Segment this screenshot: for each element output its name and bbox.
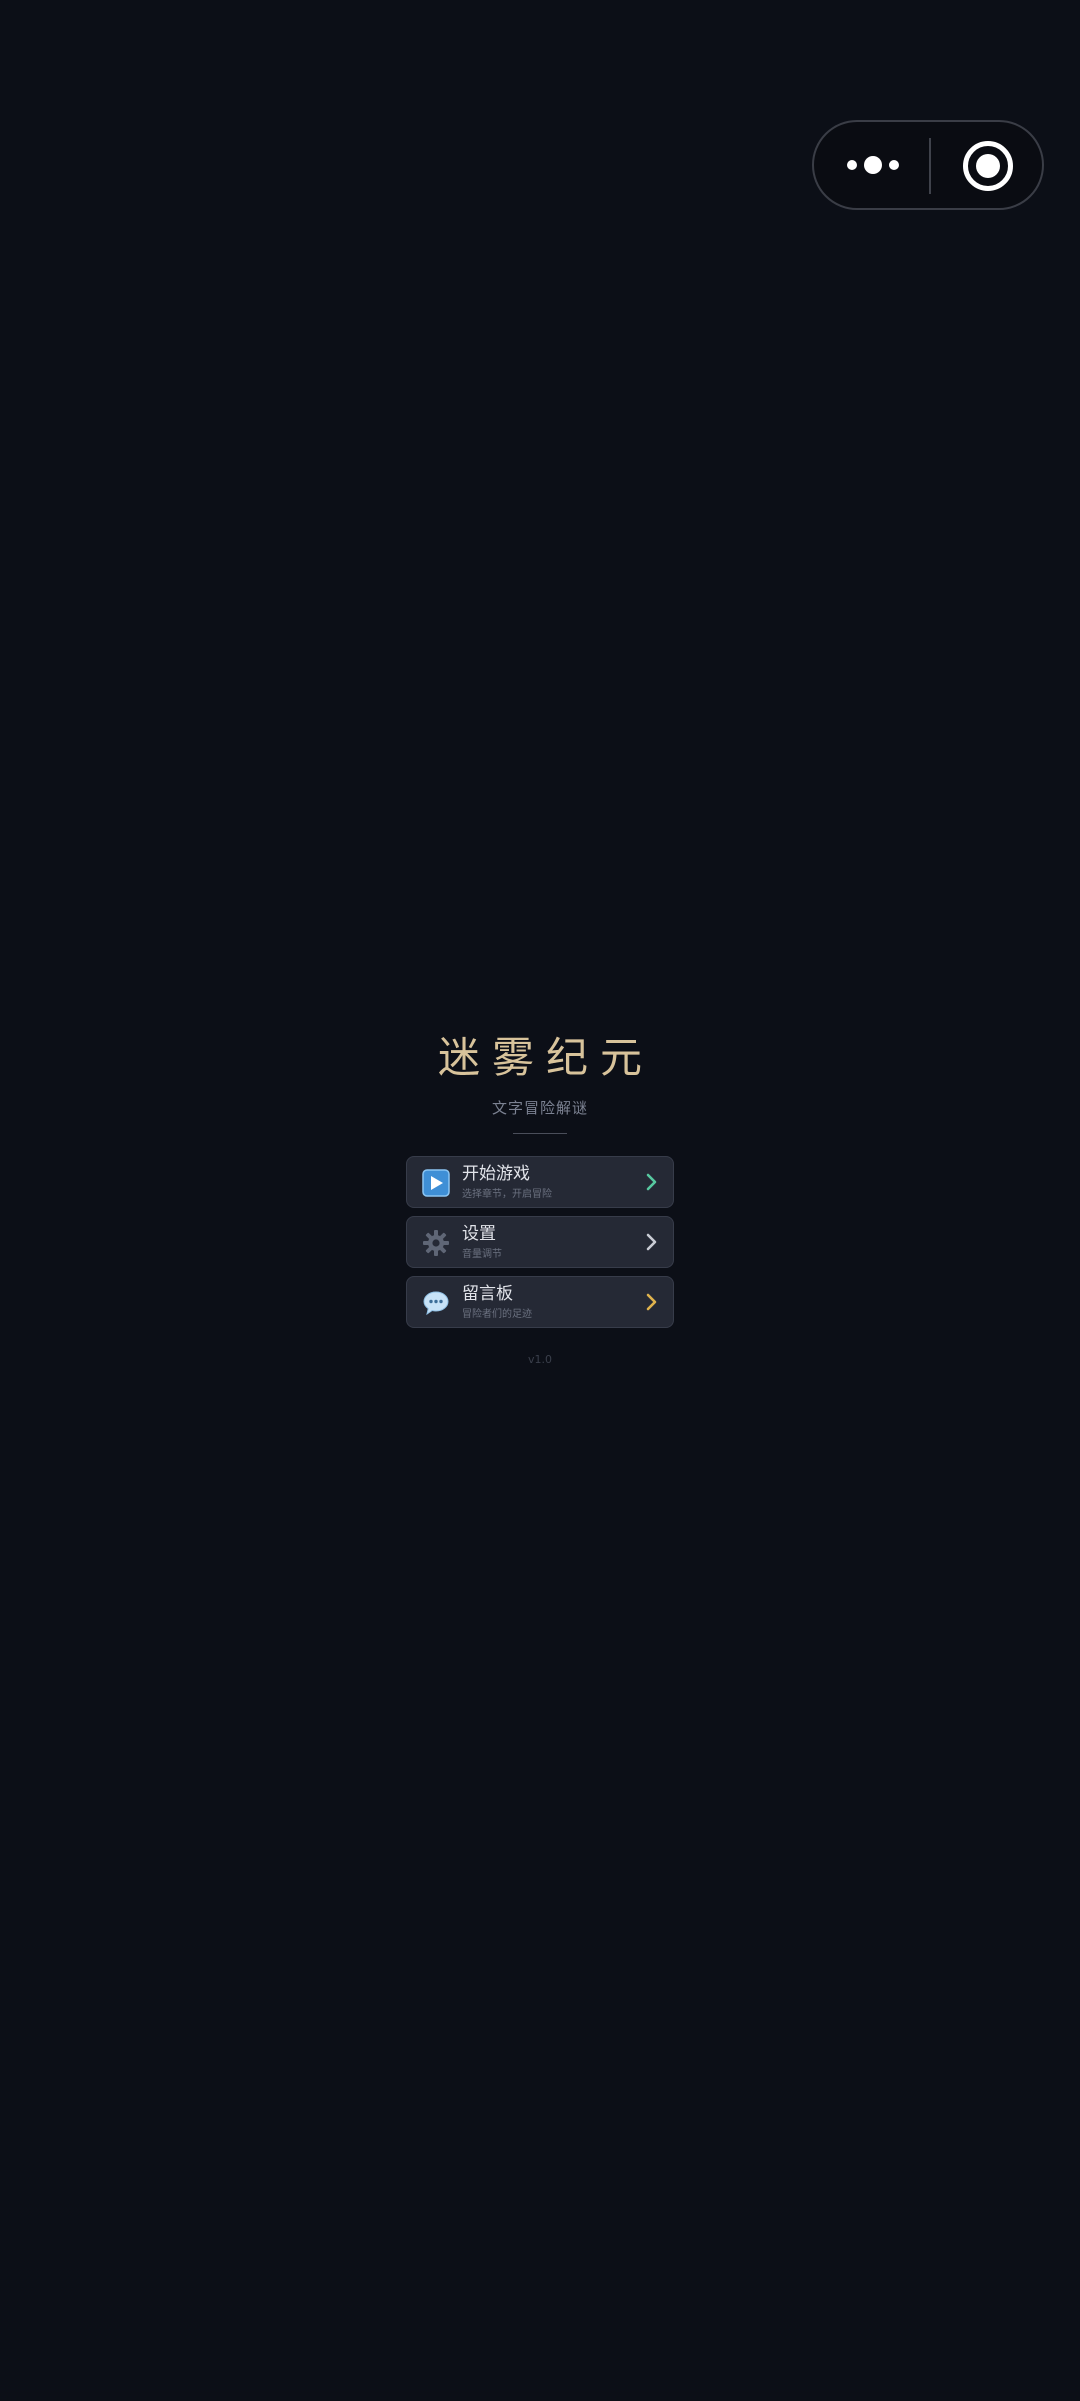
page-title: 迷雾纪元 (437, 1033, 654, 1082)
speech-bubble-icon (422, 1289, 450, 1317)
menu-item-description: 选择章节，开启冒险 (462, 1189, 552, 1200)
more-button[interactable] (814, 122, 930, 208)
title-divider (513, 1133, 567, 1134)
settings-button[interactable]: 设置 音量调节 (406, 1216, 674, 1268)
menu-item-label: 留言板 (462, 1284, 513, 1304)
more-dots-icon (889, 160, 899, 170)
menu-item-description: 冒险者们的足迹 (462, 1309, 532, 1320)
close-button[interactable] (930, 122, 1044, 208)
gear-icon (422, 1229, 450, 1257)
main-menu: 开始游戏 选择章节，开启冒险 设置 音量调节 留言板 冒险者们的足迹 (406, 1156, 674, 1336)
version-label: v1.0 (527, 1353, 552, 1366)
more-dots-icon (847, 160, 857, 170)
message-board-button[interactable]: 留言板 冒险者们的足迹 (406, 1276, 674, 1328)
game-home-screen: 迷雾纪元 文字冒险解谜 开始游戏 选择章节，开启冒险 设置 音量调节 留言板 冒… (0, 0, 1080, 2401)
title-block: 迷雾纪元 文字冒险解谜 (0, 1028, 1080, 1119)
miniprogram-capsule (812, 120, 1044, 210)
chevron-right-icon (645, 1289, 659, 1315)
chevron-right-icon (645, 1169, 659, 1195)
close-target-icon (976, 154, 1000, 178)
menu-item-description: 音量调节 (462, 1249, 502, 1260)
more-dots-icon (864, 156, 882, 174)
menu-item-label: 开始游戏 (462, 1164, 530, 1184)
chevron-right-icon (645, 1229, 659, 1255)
page-subtitle: 文字冒险解谜 (491, 1099, 588, 1117)
play-icon (422, 1169, 450, 1197)
start-game-button[interactable]: 开始游戏 选择章节，开启冒险 (406, 1156, 674, 1208)
menu-item-label: 设置 (462, 1224, 496, 1244)
